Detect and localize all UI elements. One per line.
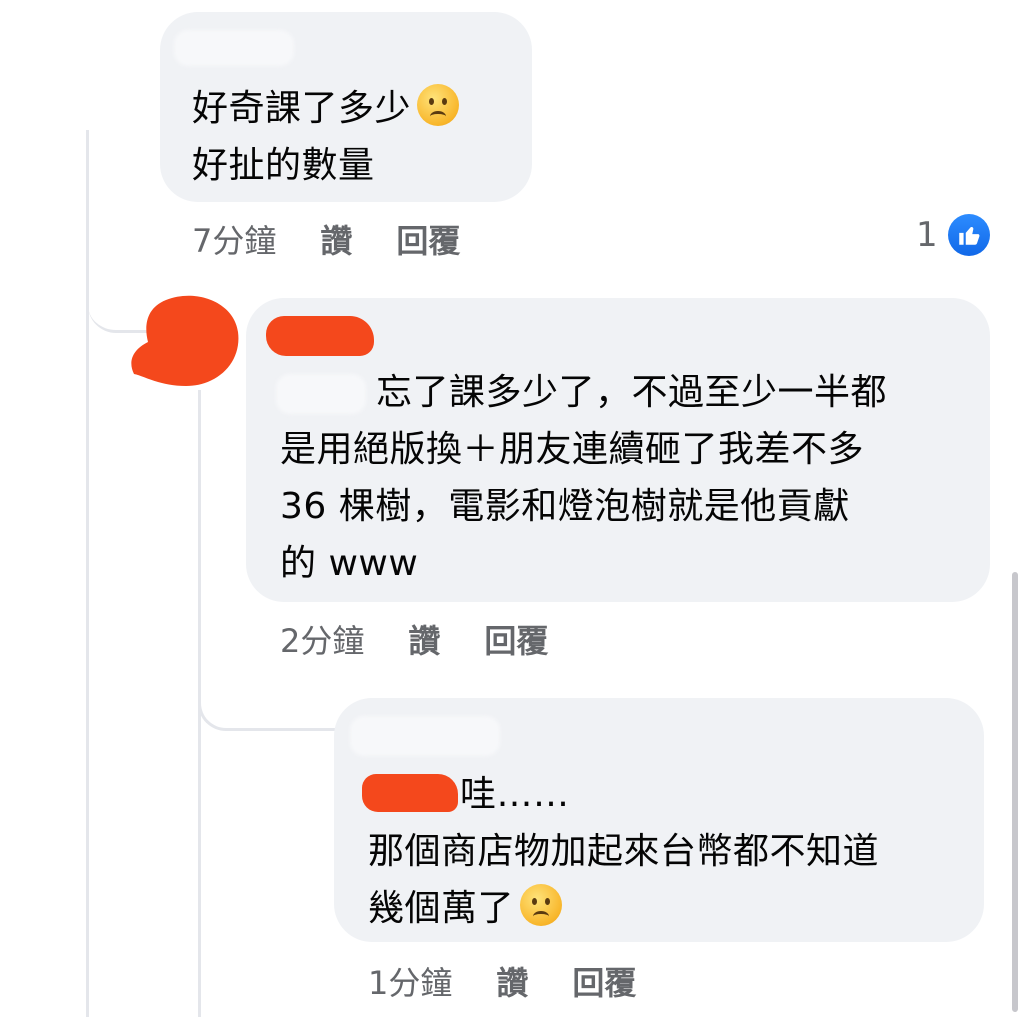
comment-line: 是用絕版換＋朋友連續砸了我差不多 — [280, 429, 865, 470]
comment-meta-2: 2分鐘 讚 回覆 — [280, 616, 548, 662]
comment-line: 36 棵樹，電影和燈泡樹就是他貢獻 — [280, 486, 850, 527]
comment-bubble-2[interactable]: 忘了課多少了，不過至少一半都 是用絕版換＋朋友連續砸了我差不多 36 棵樹，電影… — [246, 298, 990, 602]
comment-line: 幾個萬了 — [368, 888, 515, 929]
comment-line: 哇…… — [460, 774, 570, 815]
thumbs-up-icon — [947, 214, 990, 256]
comment-meta-1: 7分鐘 讚 回覆 — [192, 216, 460, 262]
comment-line: 好奇課了多少 — [192, 88, 412, 129]
like-button[interactable]: 讚 — [320, 216, 352, 262]
reply-button[interactable]: 回覆 — [396, 216, 460, 262]
like-button[interactable]: 讚 — [496, 958, 528, 1004]
comment-line: 好扯的數量 — [192, 145, 375, 186]
comment-line: 那個商店物加起來台幣都不知道 — [368, 831, 880, 872]
comment-time: 1分鐘 — [368, 964, 453, 1002]
avatar-redacted[interactable] — [126, 292, 246, 392]
reply-button[interactable]: 回覆 — [484, 616, 548, 662]
reaction-count[interactable]: 1 — [916, 214, 990, 256]
comment-bubble-1[interactable]: 好奇課了多少 好扯的數量 — [160, 12, 532, 202]
comment-line: 的 www — [280, 543, 419, 584]
like-button[interactable]: 讚 — [408, 616, 440, 662]
thread-connector-2 — [198, 650, 341, 731]
reply-button[interactable]: 回覆 — [572, 958, 636, 1004]
comment-meta-3: 1分鐘 讚 回覆 — [368, 958, 636, 1004]
author-name-redacted — [350, 716, 500, 756]
scrollbar[interactable] — [1012, 572, 1018, 1012]
comment-time: 7分鐘 — [192, 222, 277, 260]
author-name-redacted — [174, 30, 294, 66]
author-name-redacted — [266, 316, 374, 356]
comment-line: 忘了課多少了，不過至少一半都 — [376, 372, 888, 413]
worried-face-emoji-icon — [417, 84, 460, 126]
comment-time: 2分鐘 — [280, 622, 365, 660]
like-count-number: 1 — [916, 215, 938, 255]
comment-bubble-3[interactable]: 哇…… 那個商店物加起來台幣都不知道 幾個萬了 — [334, 698, 984, 942]
worried-face-emoji-icon — [520, 884, 563, 926]
